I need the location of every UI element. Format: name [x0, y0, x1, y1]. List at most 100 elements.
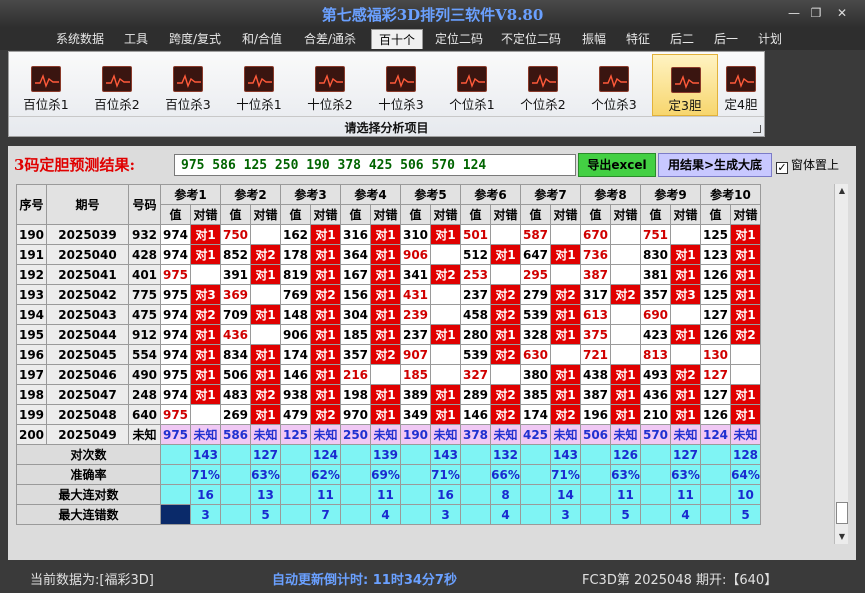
- table-row[interactable]: 190 2025039 932 974 对1 750 162 对1 316 对1 310 对1 501 5…: [16, 224, 761, 245]
- table-row[interactable]: 196 2025045 554 974 对1 834 对1 174 对1 357 对2 907 539 对…: [16, 344, 761, 365]
- menu-diff[interactable]: 合差/通杀: [296, 29, 364, 49]
- ribbon-expand-icon[interactable]: [753, 125, 761, 133]
- table-row[interactable]: 192 2025041 401 975 391 对1 819 对1 167 对1 341 对2 253 2…: [16, 264, 761, 285]
- menu-tools[interactable]: 工具: [116, 29, 156, 49]
- stats-value-cell: 127: [250, 444, 281, 465]
- stats-value-cell: 127: [670, 444, 701, 465]
- scroll-up-icon[interactable]: ▲: [835, 184, 849, 198]
- stats-spacer-cell: [400, 484, 431, 505]
- ref-value-cell: 389: [400, 384, 431, 405]
- minimize-button[interactable]: —: [786, 6, 802, 20]
- ref-value-cell: 148: [280, 304, 311, 325]
- ref-result-cell: 对2: [490, 284, 521, 305]
- ribbon-button-5[interactable]: 十位杀2: [297, 54, 363, 116]
- vertical-scrollbar[interactable]: ▲ ▼: [834, 184, 848, 544]
- ref-header-8[interactable]: 参考8: [580, 184, 641, 205]
- menu-fixed-two[interactable]: 定位二码: [429, 29, 489, 49]
- ref-value-cell: 423: [640, 324, 671, 345]
- maximize-button[interactable]: ❐: [808, 6, 824, 20]
- chart-icon: [528, 66, 558, 92]
- menu-span[interactable]: 跨度/复式: [160, 29, 230, 49]
- table-row[interactable]: 195 2025044 912 974 对1 436 906 对1 185 对1 237 对1 280 对…: [16, 324, 761, 345]
- ref-header-9[interactable]: 参考9: [640, 184, 701, 205]
- export-excel-button[interactable]: 导出excel: [578, 153, 656, 177]
- table-row[interactable]: 193 2025042 775 975 对3 369 769 对2 156 对1 431 237 对2 2…: [16, 284, 761, 305]
- app-title: 第七感福彩3D排列三软件V8.80: [321, 6, 544, 24]
- ref-header-3[interactable]: 参考3: [280, 184, 341, 205]
- menu-plan[interactable]: 计划: [750, 29, 790, 49]
- stats-value-cell: 64%: [730, 464, 761, 485]
- stats-value-cell: 11: [370, 484, 401, 505]
- menu-last-one[interactable]: 后一: [706, 29, 746, 49]
- ref-result-cell: 对1: [670, 324, 701, 345]
- ribbon-button-3[interactable]: 百位杀3: [155, 54, 221, 116]
- stats-value-cell: 5: [730, 504, 761, 525]
- column-header-idx[interactable]: 序号: [16, 184, 47, 225]
- ref-header-4[interactable]: 参考4: [340, 184, 401, 205]
- menu-amplitude[interactable]: 振幅: [574, 29, 614, 49]
- menu-sum[interactable]: 和/合值: [234, 29, 290, 49]
- ribbon-button-11[interactable]: 定4胆: [711, 54, 771, 116]
- stats-value-cell: 139: [370, 444, 401, 465]
- ribbon-button-9[interactable]: 个位杀3: [581, 54, 647, 116]
- ref-header-1[interactable]: 参考1: [160, 184, 221, 205]
- stats-spacer-cell: [640, 444, 671, 465]
- table-row[interactable]: 194 2025043 475 974 对2 709 对1 148 对1 304 对1 239 458 对…: [16, 304, 761, 325]
- stats-value-cell: 62%: [310, 464, 341, 485]
- stats-label: 最大连对数: [16, 484, 161, 505]
- ribbon-button-label: 个位杀3: [591, 97, 637, 112]
- generate-base-button[interactable]: 用结果>生成大底: [658, 153, 772, 177]
- ref-result-cell: 对1: [550, 324, 581, 345]
- ref-header-2[interactable]: 参考2: [220, 184, 281, 205]
- table-row[interactable]: 197 2025046 490 975 对1 506 对1 146 对1 216 185 327 380…: [16, 364, 761, 385]
- chart-icon: [31, 66, 61, 92]
- ribbon-button-6[interactable]: 十位杀3: [368, 54, 434, 116]
- prediction-value-cell: 425: [520, 424, 551, 445]
- menu-system-data[interactable]: 系统数据: [48, 29, 112, 49]
- prediction-value-cell: 125: [280, 424, 311, 445]
- column-header-num[interactable]: 号码: [128, 184, 161, 225]
- ribbon-button-10[interactable]: 定3胆: [652, 54, 718, 116]
- row-index: 193: [16, 284, 47, 305]
- row-draw-number: 640: [128, 404, 161, 425]
- menu-last-two[interactable]: 后二: [662, 29, 702, 49]
- table-row[interactable]: 191 2025040 428 974 对1 852 对2 178 对1 364 对1 906 512 对…: [16, 244, 761, 265]
- ribbon-button-8[interactable]: 个位杀2: [510, 54, 576, 116]
- stats-spacer-cell: [580, 484, 611, 505]
- ribbon-button-label: 十位杀1: [236, 97, 282, 112]
- topmost-checkbox[interactable]: ✓ 窗体置上: [776, 156, 839, 174]
- ref-header-10[interactable]: 参考10: [700, 184, 761, 205]
- close-button[interactable]: ✕: [834, 6, 850, 20]
- scroll-down-icon[interactable]: ▼: [835, 530, 849, 544]
- prediction-field[interactable]: 975 586 125 250 190 378 425 506 570 124: [174, 154, 576, 176]
- ribbon-button-2[interactable]: 百位杀2: [84, 54, 150, 116]
- menu-position[interactable]: 百十个: [371, 29, 423, 49]
- ref-result-cell: 对1: [190, 364, 221, 385]
- menu-unfixed-two[interactable]: 不定位二码: [494, 29, 568, 49]
- ref-value-cell: 501: [460, 224, 491, 245]
- row-index: 190: [16, 224, 47, 245]
- future-row[interactable]: 200 2025049 未知 975 未知 586 未知 125 未知 250 未知 190 未知 378…: [16, 424, 761, 445]
- ref-result-cell: [490, 224, 521, 245]
- ref-header-7[interactable]: 参考7: [520, 184, 581, 205]
- ref-result-cell: 对2: [490, 404, 521, 425]
- ribbon-button-1[interactable]: 百位杀1: [13, 54, 79, 116]
- table-row[interactable]: 198 2025047 248 974 对1 483 对2 938 对1 198 对1 389 对1 28…: [16, 384, 761, 405]
- ref-result-cell: 对1: [190, 244, 221, 265]
- scroll-thumb[interactable]: [836, 502, 848, 524]
- table-row[interactable]: 199 2025048 640 975 269 对1 479 对2 970 对1 349 对1 146 对…: [16, 404, 761, 425]
- ribbon-button-4[interactable]: 十位杀1: [226, 54, 292, 116]
- ref-result-cell: [550, 264, 581, 285]
- ref-result-cell: 对2: [190, 304, 221, 325]
- ref-result-cell: 对1: [370, 264, 401, 285]
- ref-header-5[interactable]: 参考5: [400, 184, 461, 205]
- row-index: 198: [16, 384, 47, 405]
- ref-result-cell: 对1: [310, 304, 341, 325]
- ribbon-button-7[interactable]: 个位杀1: [439, 54, 505, 116]
- ref-header-6[interactable]: 参考6: [460, 184, 521, 205]
- column-header-period[interactable]: 期号: [46, 184, 129, 225]
- checkbox-checked-icon[interactable]: ✓: [776, 162, 788, 174]
- menu-feature[interactable]: 特征: [618, 29, 658, 49]
- ref-result-cell: 对1: [370, 304, 401, 325]
- ref-value-cell: 709: [220, 304, 251, 325]
